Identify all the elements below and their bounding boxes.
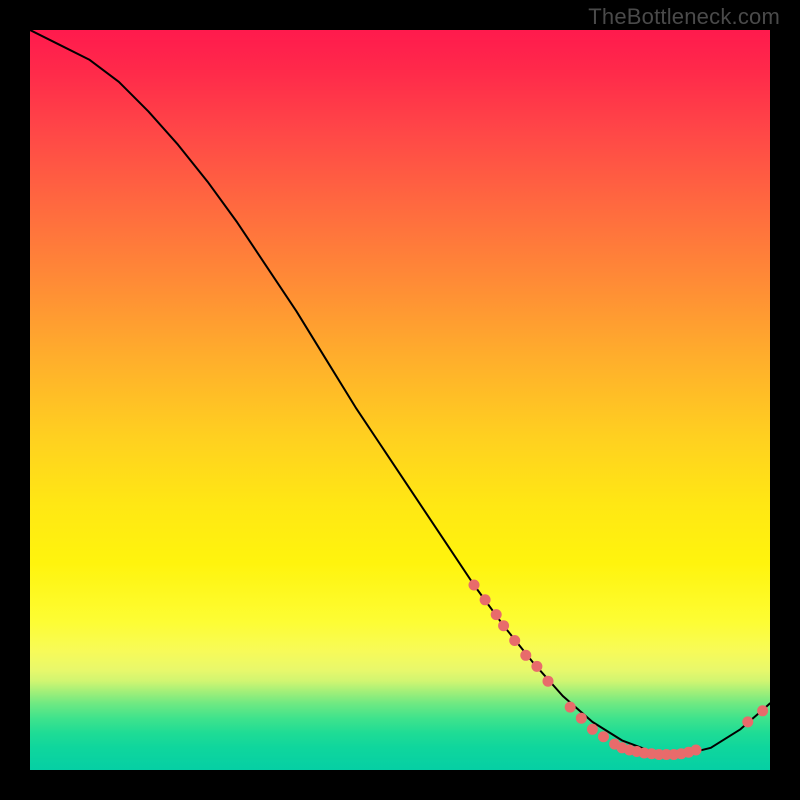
data-point — [543, 676, 554, 687]
data-point — [509, 635, 520, 646]
chart-stage: TheBottleneck.com — [0, 0, 800, 800]
data-point — [587, 724, 598, 735]
plot-area — [30, 30, 770, 770]
data-point — [520, 650, 531, 661]
data-point — [757, 705, 768, 716]
bottleneck-curve — [30, 30, 770, 755]
data-point — [691, 745, 702, 756]
marker-group — [469, 580, 769, 761]
watermark-text: TheBottleneck.com — [588, 4, 780, 30]
data-point — [576, 713, 587, 724]
data-point — [498, 620, 509, 631]
data-point — [742, 716, 753, 727]
data-point — [480, 594, 491, 605]
data-point — [565, 702, 576, 713]
data-point — [491, 609, 502, 620]
chart-overlay — [30, 30, 770, 770]
data-point — [531, 661, 542, 672]
data-point — [469, 580, 480, 591]
data-point — [598, 731, 609, 742]
